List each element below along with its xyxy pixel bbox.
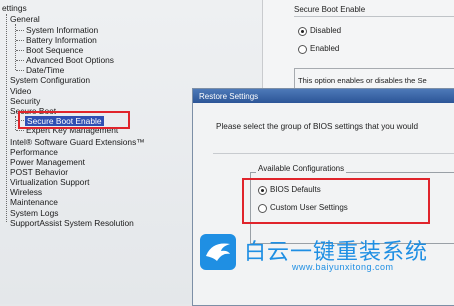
tree-item-virtualization-support[interactable]: Virtualization Support [10, 177, 89, 187]
tree-item-power-management[interactable]: Power Management [10, 157, 85, 167]
tree-item-advanced-boot-options[interactable]: Advanced Boot Options [26, 55, 114, 65]
tree-connector [15, 116, 16, 130]
tree-item-supportassist[interactable]: SupportAssist System Resolution [10, 218, 134, 228]
tree-item-system-configuration[interactable]: System Configuration [10, 75, 90, 85]
tree-item-video[interactable]: Video [10, 86, 31, 96]
radio-enabled[interactable] [298, 45, 307, 54]
tree-root: ettings [2, 3, 27, 13]
tree-item-date-time[interactable]: Date/Time [26, 65, 64, 75]
dialog-title: Restore Settings [199, 92, 259, 101]
divider [213, 153, 454, 154]
panel-description: This option enables or disables the Se [298, 76, 427, 85]
highlight-box [18, 111, 130, 129]
tree-item-general[interactable]: General [10, 14, 40, 24]
option-disabled-label: Disabled [310, 26, 342, 35]
tree-item-security[interactable]: Security [10, 96, 40, 106]
dialog-message: Please select the group of BIOS settings… [216, 122, 419, 131]
watermark-url: www.baiyunxitong.com [292, 262, 394, 272]
radio-disabled[interactable] [298, 27, 307, 36]
tree-item-wireless[interactable]: Wireless [10, 187, 42, 197]
available-configurations-label: Available Configurations [256, 164, 347, 173]
tree-item-performance[interactable]: Performance [10, 147, 58, 157]
tree-item-battery-information[interactable]: Battery Information [26, 35, 97, 45]
bird-logo-icon [200, 234, 236, 270]
option-enabled-label: Enabled [310, 44, 340, 53]
tree-item-intel-sgx[interactable]: Intel® Software Guard Extensions™ [10, 137, 145, 147]
tree-item-system-logs[interactable]: System Logs [10, 208, 58, 218]
tree-item-maintenance[interactable]: Maintenance [10, 197, 58, 207]
tree-item-post-behavior[interactable]: POST Behavior [10, 167, 68, 177]
tree-item-boot-sequence[interactable]: Boot Sequence [26, 45, 83, 55]
highlight-box [242, 178, 430, 224]
panel-title: Secure Boot Enable [294, 5, 454, 17]
tree-item-system-information[interactable]: System Information [26, 25, 98, 35]
dialog-titlebar[interactable]: Restore Settings [193, 89, 454, 103]
tree-connector [6, 14, 7, 222]
